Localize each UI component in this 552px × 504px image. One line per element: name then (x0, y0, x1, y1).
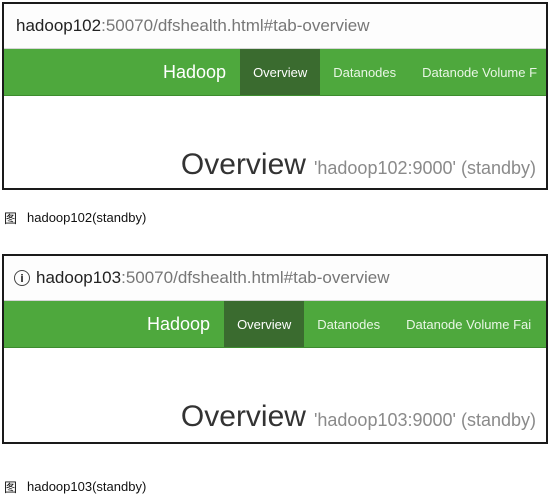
page-title: Overview (180, 148, 306, 181)
page-heading: Overview 'hadoop103:9000' (standby) (181, 400, 536, 434)
caption-text: hadoop102(standby) (27, 210, 147, 225)
url-host: hadoop102 (16, 16, 102, 35)
page-info-icon[interactable]: ) (4, 16, 12, 36)
tab-overview[interactable]: Overview (224, 301, 305, 347)
namenode-status: 'hadoop103:9000' (standby) (313, 410, 536, 430)
address-bar[interactable]: i hadoop103:50070/dfshealth.html#tab-ove… (4, 256, 546, 301)
address-bar[interactable]: ) hadoop102:50070/dfshealth.html#tab-ove… (4, 4, 546, 49)
tab-datanode-volume-failures[interactable]: Datanode Volume F (409, 49, 546, 95)
browser-screenshot-hadoop103: i hadoop103:50070/dfshealth.html#tab-ove… (2, 254, 548, 444)
brand-link[interactable]: Hadoop (161, 49, 240, 95)
figure-caption: 图 hadoop103(standby) (4, 477, 146, 496)
namenode-status: 'hadoop102:9000' (standby) (313, 158, 536, 178)
navbar: Hadoop Overview Datanodes Datanode Volum… (4, 49, 546, 96)
page-heading: Overview 'hadoop102:9000' (standby) (181, 148, 536, 182)
page-title: Overview (180, 400, 306, 433)
url-path: :50070/dfshealth.html#tab-overview (101, 16, 370, 35)
url-path: :50070/dfshealth.html#tab-overview (121, 268, 390, 287)
page-content: Overview 'hadoop103:9000' (standby) (4, 348, 546, 442)
info-icon[interactable]: i (14, 270, 30, 286)
tab-datanode-volume-failures[interactable]: Datanode Volume Fai (393, 301, 544, 347)
tab-overview[interactable]: Overview (240, 49, 321, 95)
navbar: Hadoop Overview Datanodes Datanode Volum… (4, 301, 546, 348)
url-host: hadoop103 (36, 268, 122, 287)
figure-label: 图 (4, 481, 18, 496)
figure-caption: 图 hadoop102(standby) (4, 208, 146, 227)
caption-text: hadoop103(standby) (27, 479, 147, 494)
page-content: Overview 'hadoop102:9000' (standby) (4, 96, 546, 188)
figure-label: 图 (4, 212, 18, 227)
tab-datanodes[interactable]: Datanodes (304, 301, 393, 347)
browser-screenshot-hadoop102: ) hadoop102:50070/dfshealth.html#tab-ove… (2, 2, 548, 190)
brand-link[interactable]: Hadoop (145, 301, 224, 347)
tab-datanodes[interactable]: Datanodes (320, 49, 409, 95)
